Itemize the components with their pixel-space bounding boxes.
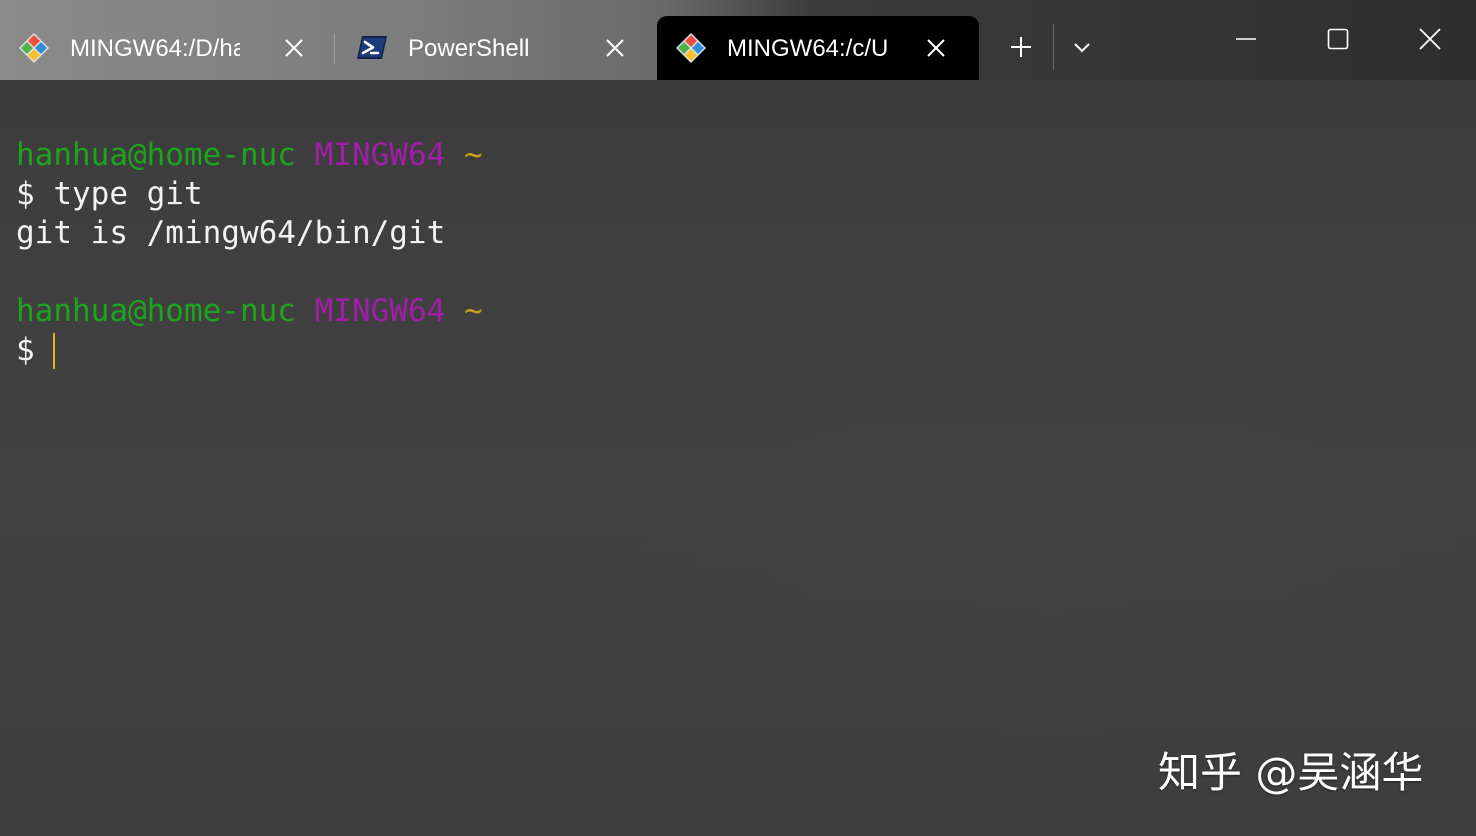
- close-icon[interactable]: [924, 36, 948, 60]
- tab-dropdown-button[interactable]: [1056, 20, 1108, 74]
- maximize-button[interactable]: [1292, 0, 1384, 78]
- title-bar[interactable]: MINGW64:/D/ha PowerShell MINGW64:/c/U: [0, 0, 1476, 80]
- close-icon[interactable]: [603, 36, 627, 60]
- prompt-dir: ~: [463, 137, 483, 173]
- prompt-line: hanhua@home-nuc MINGW64 ~: [16, 136, 483, 175]
- command-line: $ type git: [16, 176, 203, 212]
- tab-divider: [334, 34, 335, 64]
- maximize-icon: [1327, 28, 1349, 50]
- chevron-down-icon: [1074, 43, 1090, 53]
- git-bash-icon: [19, 33, 49, 63]
- plus-icon: [1011, 37, 1031, 57]
- prompt-system: MINGW64: [314, 137, 446, 173]
- close-icon: [1419, 28, 1441, 50]
- powershell-icon: [357, 36, 387, 59]
- git-bash-icon: [676, 33, 706, 63]
- prompt-dir: ~: [463, 293, 483, 329]
- close-icon[interactable]: [282, 36, 306, 60]
- terminal-window: MINGW64:/D/ha PowerShell MINGW64:/c/U ha…: [0, 0, 1476, 836]
- tab-title: MINGW64:/c/U: [727, 35, 889, 62]
- terminal-pane[interactable]: hanhua@home-nuc MINGW64 ~ $ type git git…: [0, 80, 1476, 836]
- output-line: git is /mingw64/bin/git: [16, 215, 446, 251]
- toolbar-divider: [1053, 24, 1054, 70]
- close-window-button[interactable]: [1384, 0, 1476, 78]
- text-cursor: [53, 333, 55, 369]
- tab-mingw64-d[interactable]: MINGW64:/D/ha: [0, 16, 330, 80]
- tab-mingw64-c[interactable]: MINGW64:/c/U: [657, 16, 979, 80]
- minimize-button[interactable]: [1200, 0, 1292, 78]
- tab-title: PowerShell: [408, 35, 530, 62]
- prompt-user-host: hanhua@home-nuc: [16, 137, 296, 173]
- minimize-icon: [1236, 38, 1256, 40]
- prompt-system: MINGW64: [314, 293, 446, 329]
- prompt-user-host: hanhua@home-nuc: [16, 293, 296, 329]
- input-line[interactable]: $: [16, 331, 53, 370]
- tab-powershell[interactable]: PowerShell: [338, 16, 654, 80]
- tab-title: MINGW64:/D/ha: [70, 35, 240, 62]
- new-tab-button[interactable]: [990, 20, 1052, 74]
- prompt-line: hanhua@home-nuc MINGW64 ~: [16, 292, 483, 331]
- watermark: 知乎 @吴涵华: [1158, 748, 1424, 797]
